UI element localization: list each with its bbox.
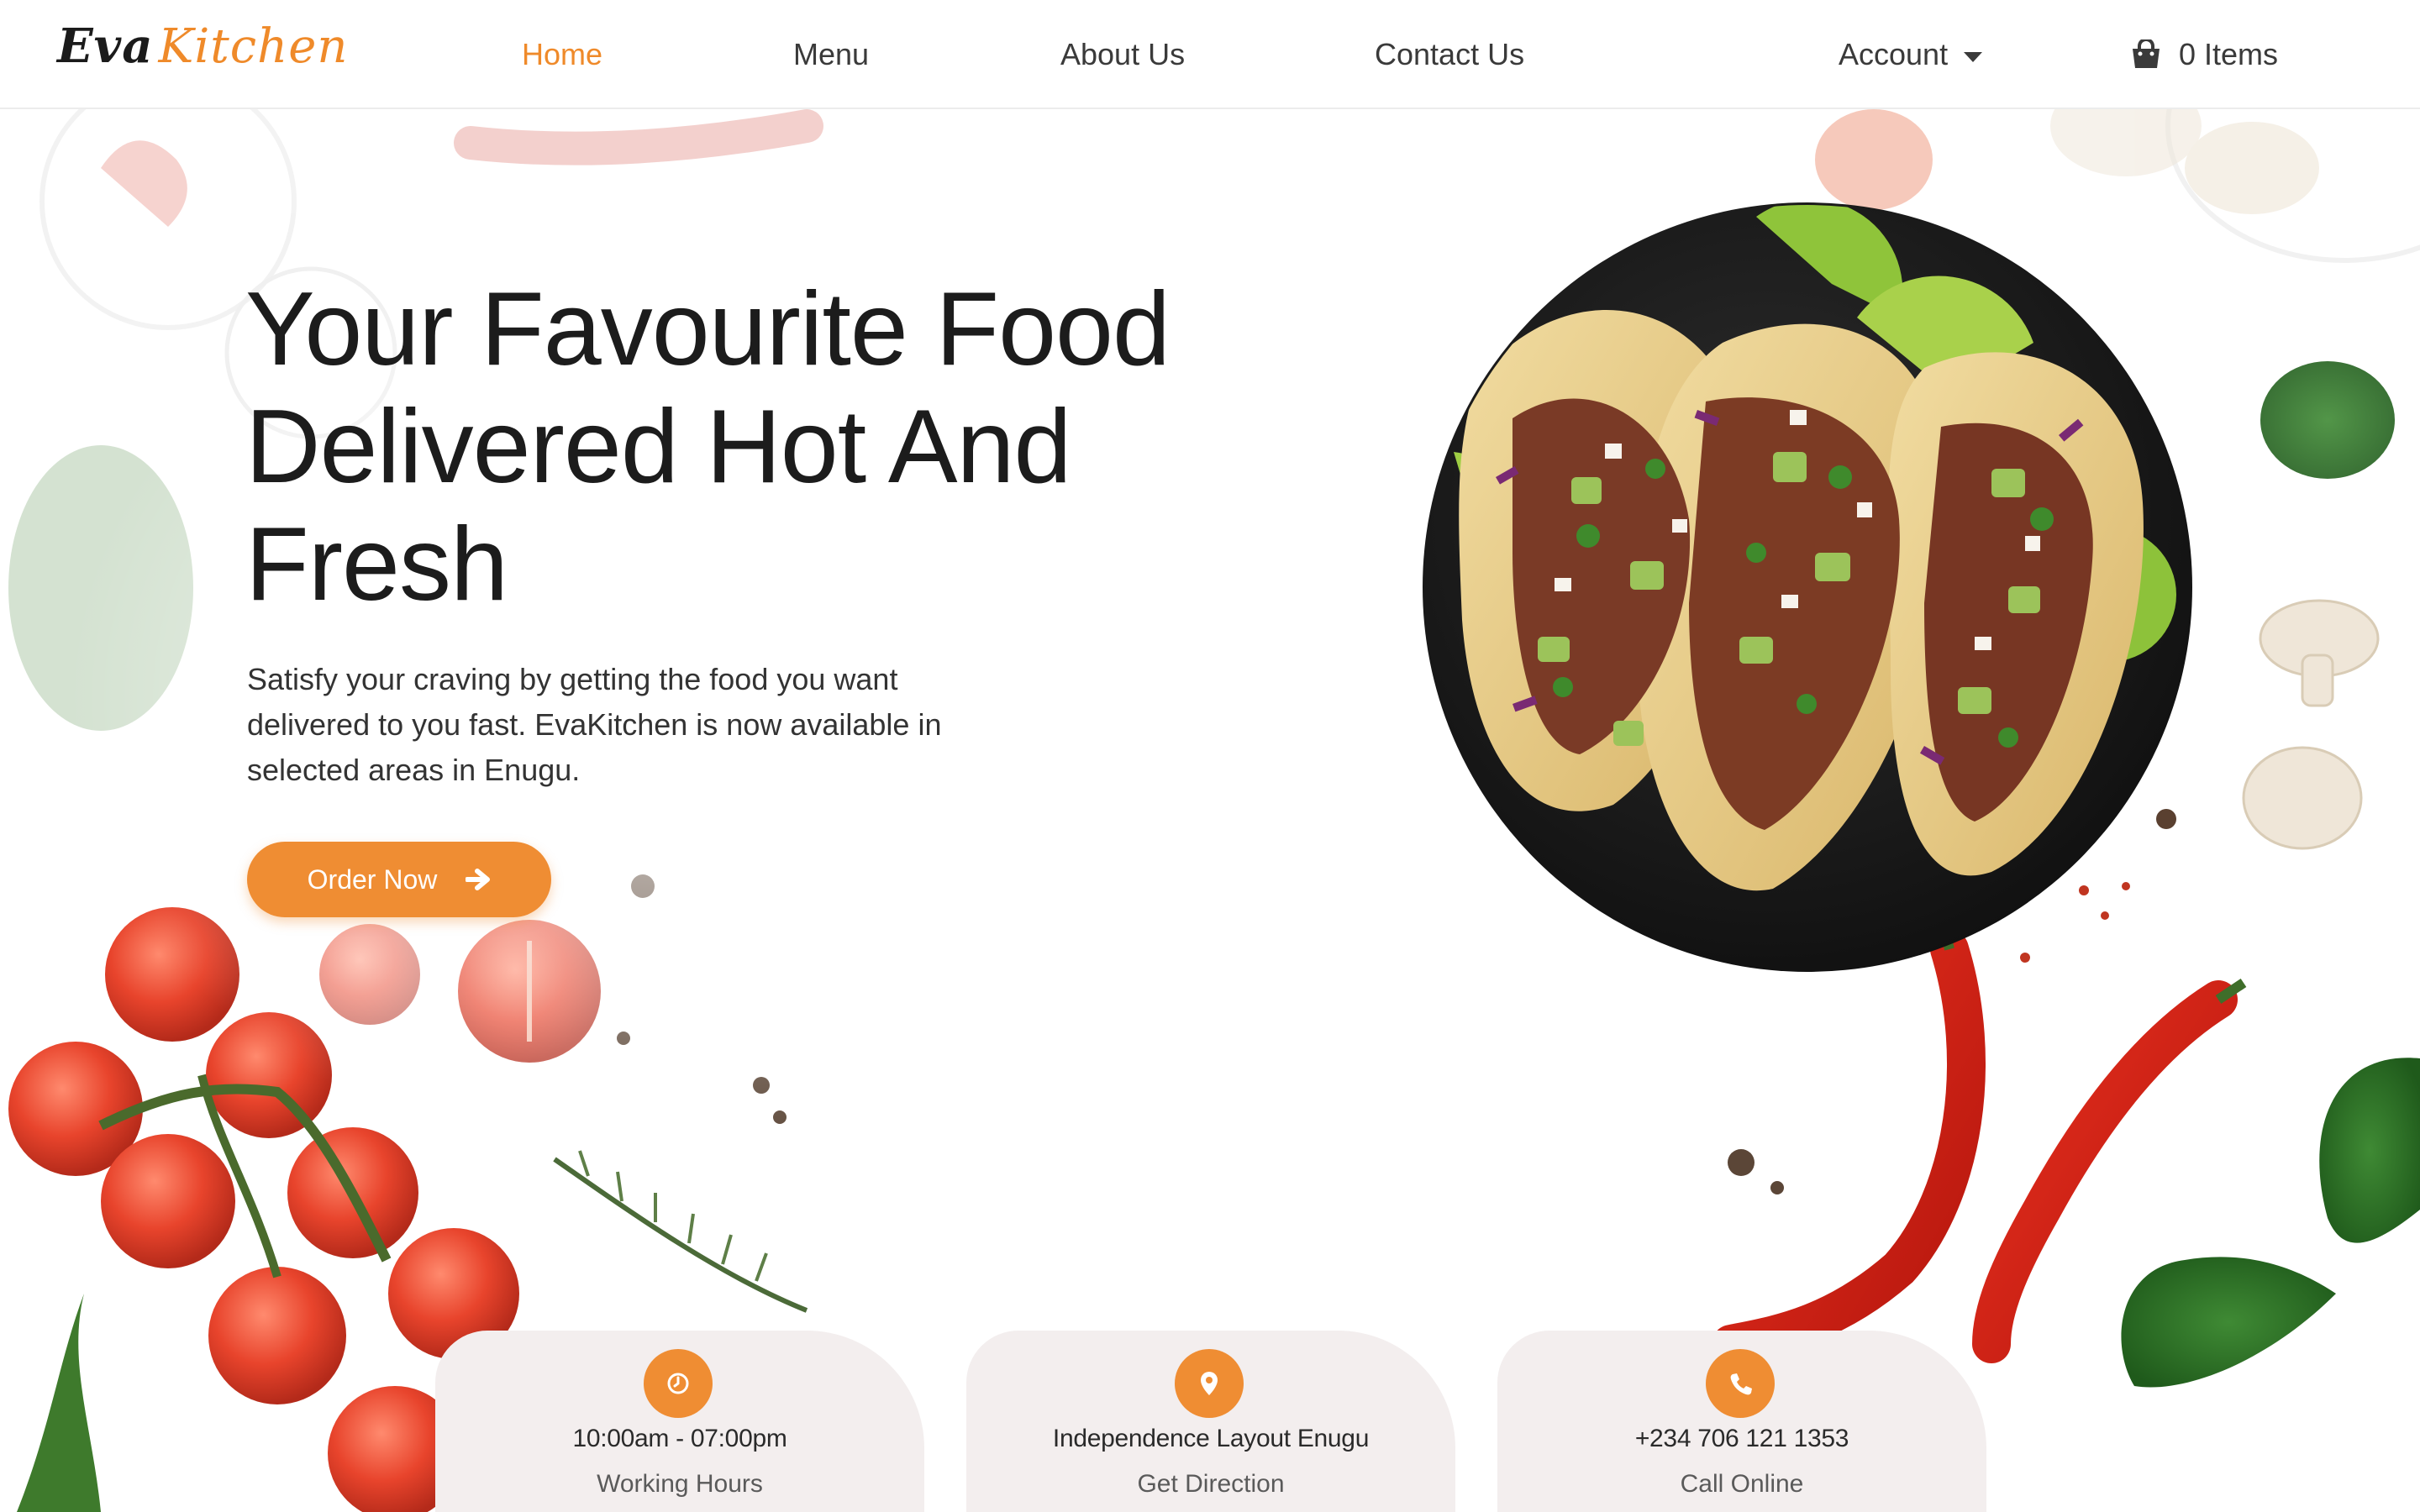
- logo-text-eva: Eva: [57, 18, 154, 74]
- shopping-bag-icon: [2133, 39, 2160, 68]
- nav-home-link[interactable]: Home: [522, 37, 602, 72]
- phone-number: +234 706 121 1353: [1634, 1425, 1849, 1452]
- clock-icon: [644, 1349, 713, 1418]
- call-online-link[interactable]: Call Online: [1497, 1470, 1986, 1499]
- info-card-hours: 10:00am - 07:00pm Working Hours: [435, 1331, 924, 1512]
- hero-title-line-2: Delivered Hot And: [245, 389, 1071, 505]
- nav-menu-link[interactable]: Menu: [793, 37, 869, 72]
- logo-text-kitchen: Kitchen: [158, 19, 349, 74]
- arrow-right-icon: [466, 868, 491, 891]
- hero-title-line-3: Fresh: [245, 507, 508, 622]
- get-direction-link[interactable]: Get Direction: [966, 1470, 1455, 1499]
- hero-subtitle: Satisfy your craving by getting the food…: [247, 662, 942, 787]
- info-card-phone: +234 706 121 1353 Call Online: [1497, 1331, 1986, 1512]
- cart-button[interactable]: 0 Items: [2130, 37, 2278, 72]
- hero-title: Your Favourite Food Delivered Hot And Fr…: [245, 270, 1254, 623]
- tacos-plate-image: [1423, 202, 2192, 972]
- info-card-location: Independence Layout Enugu Get Direction: [966, 1331, 1455, 1512]
- nav-about-link[interactable]: About Us: [1060, 37, 1185, 72]
- nav-contact-link[interactable]: Contact Us: [1375, 37, 1524, 72]
- hero-title-line-1: Your Favourite Food: [245, 271, 1171, 387]
- working-hours-value: 10:00am - 07:00pm: [572, 1425, 787, 1452]
- working-hours-label: Working Hours: [597, 1470, 763, 1498]
- order-now-label: Order Now: [307, 864, 438, 895]
- site-header: Eva Kitchen Home Menu About Us Contact U…: [0, 0, 2420, 109]
- nav-account-dropdown[interactable]: Account: [1839, 37, 1948, 72]
- brand-logo[interactable]: Eva Kitchen: [57, 18, 348, 91]
- location-address: Independence Layout Enugu: [1052, 1425, 1370, 1452]
- map-pin-icon: [1175, 1349, 1244, 1418]
- caret-down-icon[interactable]: [1964, 52, 1982, 62]
- phone-icon: [1706, 1349, 1775, 1418]
- order-now-button[interactable]: Order Now: [247, 842, 551, 917]
- cart-count-label: 0 Items: [2179, 37, 2279, 71]
